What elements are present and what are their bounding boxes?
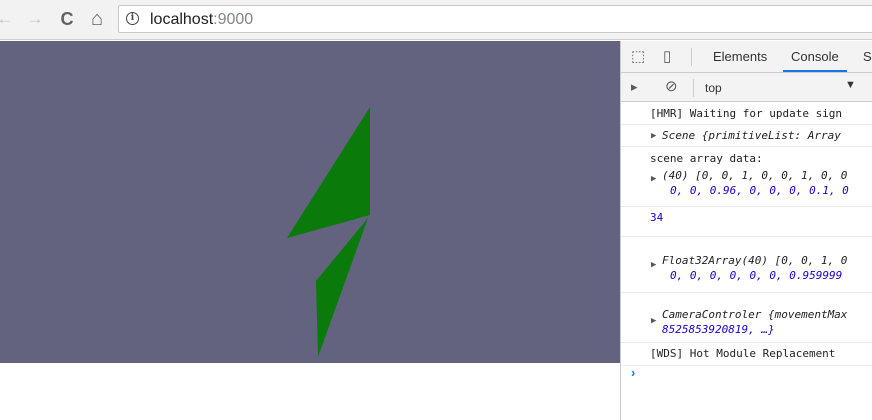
device-toolbar-icon[interactable]: ▯ — [663, 48, 671, 66]
typed-array-preview: Float32Array(40) [0, 0, 1, 0 — [662, 254, 848, 267]
active-tab-indicator — [783, 70, 847, 72]
object-preview: CameraControler {movementMax — [662, 308, 848, 321]
address-bar[interactable]: i localhost:9000 — [118, 5, 872, 33]
console-line: [WDS] Hot Module Replacement — [621, 343, 872, 366]
console-toolbar: ▸ ⊘ top ▼ — [621, 73, 872, 102]
devtools-panel: ⬚ ▯ Elements Console Sc ▸ ⊘ top ▼ [HMR] … — [620, 41, 872, 420]
url-text[interactable]: localhost:9000 — [150, 11, 253, 29]
green-triangle-lower — [316, 218, 368, 357]
context-selector[interactable]: top — [705, 81, 722, 95]
tab-divider — [691, 48, 692, 66]
log-text: [WDS] Hot Module Replacement — [650, 347, 836, 360]
forward-arrow-icon[interactable]: → — [24, 8, 46, 30]
clear-console-icon[interactable]: ⊘ — [665, 78, 678, 96]
array-preview: (40) [0, 0, 1, 0, 0, 1, 0, 0 — [662, 169, 848, 182]
inspect-element-icon[interactable]: ⬚ — [631, 48, 645, 66]
console-line: [HMR] Waiting for update sign — [621, 102, 872, 125]
dropdown-arrow-icon[interactable]: ▼ — [845, 79, 856, 91]
back-arrow-icon[interactable]: ← — [0, 8, 16, 30]
typed-array-preview-cont: 0, 0, 0, 0, 0, 0, 0.959999 — [670, 269, 843, 282]
log-text: [HMR] Waiting for update sign — [650, 107, 843, 120]
url-host: localhost — [150, 11, 214, 28]
tab-elements[interactable]: Elements — [713, 49, 767, 64]
expand-triangle-icon[interactable]: ▶ — [651, 174, 656, 184]
webgl-canvas[interactable] — [0, 41, 620, 363]
console-prompt-icon[interactable]: › — [631, 365, 635, 380]
show-sidebar-icon[interactable]: ▸ — [631, 78, 638, 96]
browser-toolbar: ← → C ⌂ i localhost:9000 — [0, 0, 872, 40]
console-line[interactable]: ▶ CameraControler {movementMax 852585392… — [621, 293, 872, 343]
green-triangle-upper — [287, 107, 370, 238]
expand-triangle-icon[interactable]: ▶ — [651, 260, 656, 270]
console-line[interactable]: ▶ Scene {primitiveList: Array — [621, 125, 872, 147]
console-line[interactable]: scene array data: ▶ (40) [0, 0, 1, 0, 0,… — [621, 147, 872, 207]
toolbar-divider — [693, 79, 694, 97]
info-icon[interactable]: i — [126, 12, 139, 25]
array-preview-cont: 0, 0, 0.96, 0, 0, 0, 0.1, 0 — [670, 184, 849, 197]
home-icon[interactable]: ⌂ — [86, 8, 108, 30]
log-text: scene array data: — [650, 152, 763, 165]
number-value: 34 — [650, 211, 664, 224]
object-preview-cont: 8525853920819, …} — [662, 323, 775, 336]
console-line: 34 — [621, 207, 872, 237]
expand-triangle-icon[interactable]: ▶ — [651, 131, 656, 141]
devtools-tabbar: ⬚ ▯ Elements Console Sc — [621, 41, 872, 73]
tab-sources[interactable]: Sc — [863, 49, 872, 64]
object-name: Scene — [662, 129, 696, 142]
scene-render — [287, 107, 370, 357]
expand-triangle-icon[interactable]: ▶ — [651, 316, 656, 326]
object-preview: {primitiveList: Array — [701, 129, 841, 142]
url-port: :9000 — [213, 11, 254, 28]
reload-icon[interactable]: C — [56, 8, 78, 30]
tab-console[interactable]: Console — [791, 49, 839, 64]
console-line[interactable]: ▶ Float32Array(40) [0, 0, 1, 0 0, 0, 0, … — [621, 237, 872, 293]
